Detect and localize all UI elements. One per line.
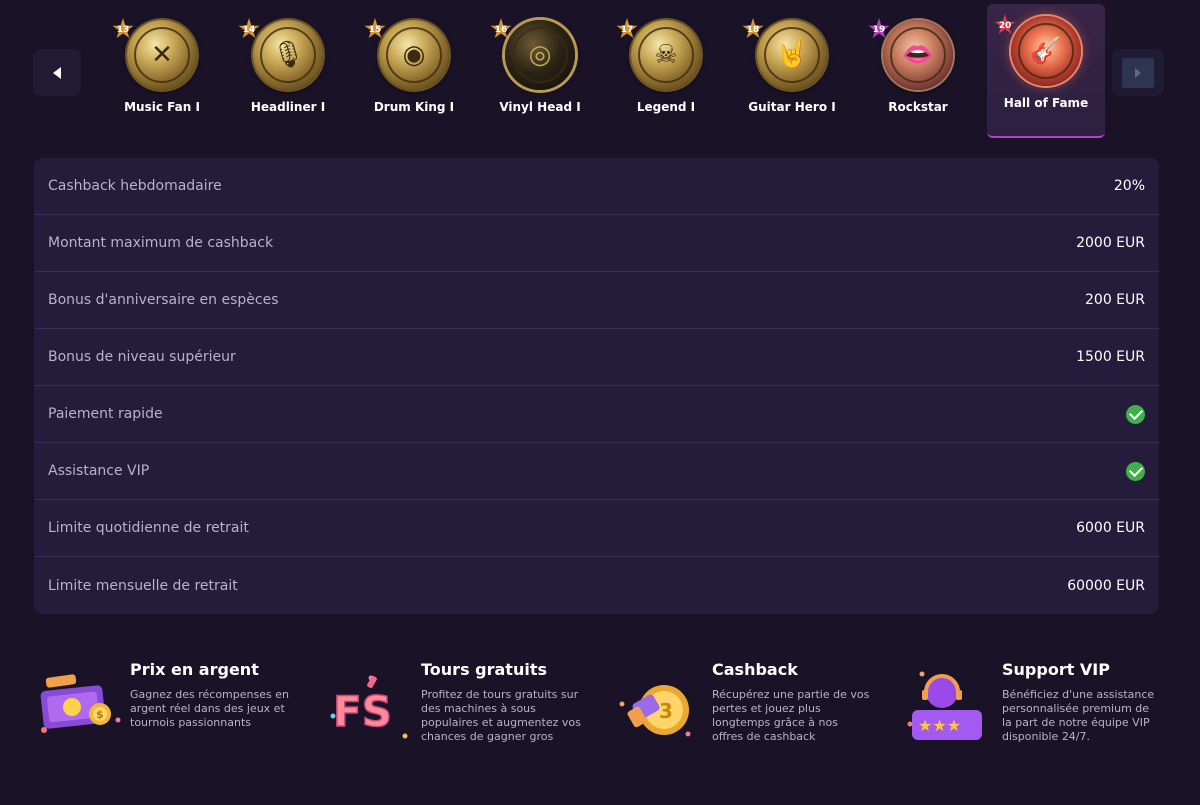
benefit-row: Assistance VIP [34,443,1159,500]
feature-title: Prix en argent [130,660,259,679]
svg-text:3: 3 [659,699,673,723]
benefit-value: 20% [1113,178,1145,194]
benefit-row: Bonus de niveau supérieur 1500 EUR [34,329,1159,386]
benefit-value: 2000 EUR [1076,235,1145,251]
benefit-row: Cashback hebdomadaire 20% [34,158,1159,215]
level-name: Music Fan I [124,100,200,114]
benefit-row: Limite mensuelle de retrait 60000 EUR [34,557,1159,614]
check-circle-icon [1126,404,1145,424]
level-card-19[interactable]: 19 👄 Rockstar [859,4,977,138]
level-card-17[interactable]: 17 ☠ Legend I [607,4,725,138]
level-name: Guitar Hero I [748,100,836,114]
vip-features: $ Prix en argent Gagnez des récompenses … [0,640,1200,805]
feature-title: Support VIP [1002,660,1110,679]
benefit-value: 200 EUR [1085,292,1145,308]
benefit-label: Bonus de niveau supérieur [48,349,236,365]
benefit-row: Limite quotidienne de retrait 6000 EUR [34,500,1159,557]
crossed-drumsticks-icon: ✕ [127,20,197,90]
level-name: Headliner I [250,100,326,114]
svg-text:FS: FS [333,687,392,736]
svg-text:$: $ [96,708,104,721]
feature-description: Bénéficiez d'une assistance personnalisé… [1002,688,1155,743]
carousel-next-button[interactable] [1112,49,1164,96]
level-number-badge: 20 [994,14,1016,36]
feature-title: Tours gratuits [421,660,547,679]
level-benefits-table: Cashback hebdomadaire 20% Montant maximu… [34,158,1159,614]
benefit-row: Montant maximum de cashback 2000 EUR [34,215,1159,272]
feature-cash-prize: $ Prix en argent Gagnez des récompenses … [34,660,314,780]
level-card-13[interactable]: 13 ✕ Music Fan I [103,4,221,138]
feature-description: Gagnez des récompenses en argent réel da… [130,688,289,729]
svg-text:★★★: ★★★ [918,716,961,735]
cash-prize-icon: $ [40,674,121,733]
level-card-20[interactable]: 20 🎸 Hall of Fame [987,4,1105,138]
flaming-guitar-icon: 🎸 [1011,16,1081,86]
vip-support-icon: ★★★ [907,671,982,740]
benefit-label: Assistance VIP [48,463,150,479]
check-circle-icon [1126,461,1145,481]
benefit-row: Bonus d'anniversaire en espèces 200 EUR [34,272,1159,329]
feature-description: Profitez de tours gratuits sur des machi… [421,688,581,743]
benefit-label: Cashback hebdomadaire [48,178,222,194]
level-name: Vinyl Head I [499,100,581,114]
level-card-16[interactable]: 16 ◎ Vinyl Head I [481,4,599,138]
feature-free-spins: FS Tours gratuits Profitez de tours grat… [325,660,605,780]
carousel-prev-button[interactable] [33,49,81,96]
benefit-label: Montant maximum de cashback [48,235,274,251]
benefit-label: Paiement rapide [48,406,163,422]
skull-icon: ☠ [631,20,701,90]
level-name: Drum King I [373,100,455,114]
benefit-row: Paiement rapide [34,386,1159,443]
free-spins-icon: FS [330,675,408,739]
vip-level-carousel: 13 ✕ Music Fan I 14 🎙 Headliner I 15 ◉ D… [0,0,1200,145]
vinyl-record-icon: ◎ [505,20,575,90]
feature-title: Cashback [712,660,798,679]
level-name: Legend I [636,100,696,114]
feature-vip-support: ★★★ Support VIP Bénéficiez d'une assista… [906,660,1186,780]
benefit-value: 60000 EUR [1067,577,1145,594]
cashback-coin-icon: 3 [619,685,691,737]
level-card-14[interactable]: 14 🎙 Headliner I [229,4,347,138]
level-card-18[interactable]: 18 🤘 Guitar Hero I [733,4,851,138]
benefit-label: Bonus d'anniversaire en espèces [48,292,279,308]
feature-cashback: 3 Cashback Récupérez une partie de vos p… [616,660,896,780]
chevron-left-icon [53,66,61,79]
level-name: Hall of Fame [1003,96,1089,110]
benefit-label: Limite quotidienne de retrait [48,520,249,536]
chevron-right-icon [1135,67,1141,78]
benefit-label: Limite mensuelle de retrait [48,577,238,594]
drum-icon: ◉ [379,20,449,90]
level-card-15[interactable]: 15 ◉ Drum King I [355,4,473,138]
level-name: Rockstar [888,100,948,114]
benefit-value: 6000 EUR [1076,520,1145,536]
rock-hand-icon: 🤘 [757,20,827,90]
benefit-value: 1500 EUR [1076,349,1145,365]
feature-description: Récupérez une partie de vos pertes et jo… [712,688,870,743]
microphone-icon: 🎙 [253,20,323,90]
lips-icon: 👄 [883,20,953,90]
